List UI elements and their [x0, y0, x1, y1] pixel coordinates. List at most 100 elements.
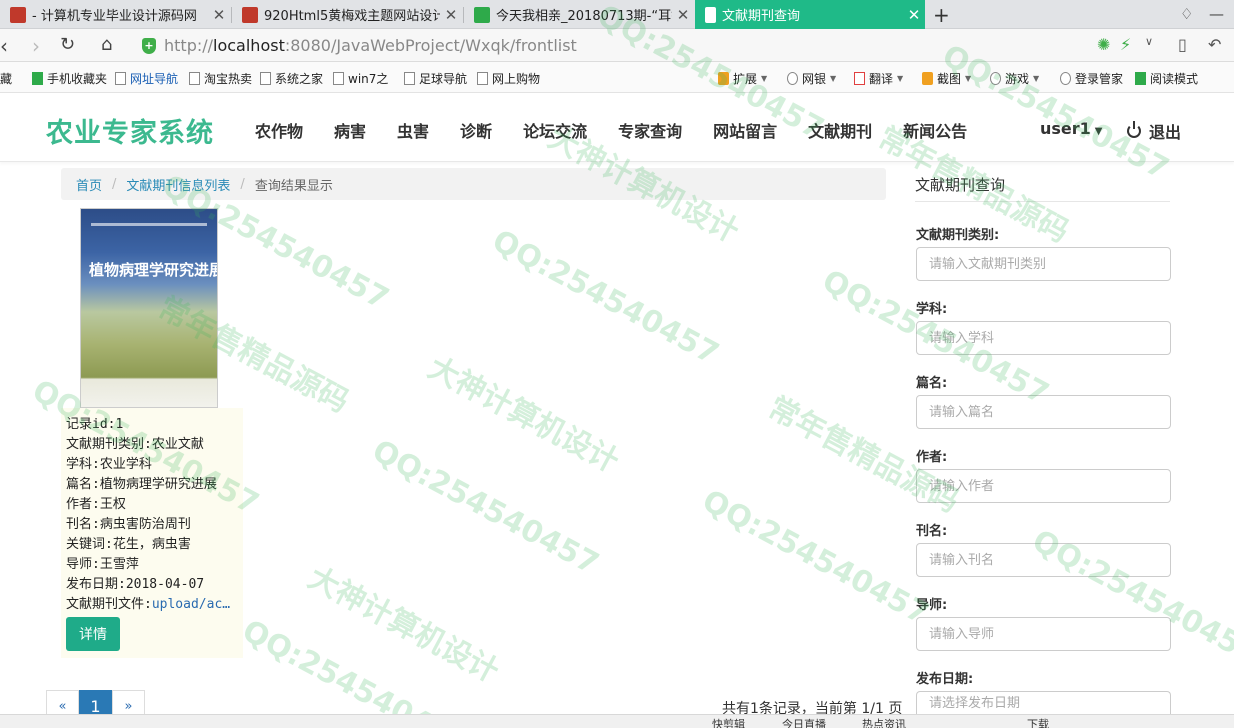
page-icon	[189, 72, 200, 85]
nav-guestbook[interactable]: 网站留言	[713, 118, 777, 142]
subject-input[interactable]	[916, 321, 1171, 355]
nav-journals[interactable]: 文献期刊	[808, 118, 872, 142]
cover-header-strip	[91, 223, 207, 226]
status-item[interactable]: 下载	[1027, 716, 1049, 728]
bookmark-item[interactable]: 足球导航	[404, 70, 467, 87]
new-tab-button[interactable]: +	[933, 3, 950, 27]
watermark: 大神计算机设计	[302, 560, 505, 690]
title-input[interactable]	[916, 395, 1171, 429]
bookmark-item[interactable]: 淘宝热卖	[189, 70, 252, 87]
close-icon[interactable]: ✕	[903, 6, 925, 24]
page-icon	[477, 72, 488, 85]
breadcrumb-list[interactable]: 文献期刊信息列表	[126, 175, 230, 194]
chevron-down-icon[interactable]: ∨	[1145, 35, 1153, 48]
reload-icon[interactable]: ↻	[60, 34, 75, 55]
bookmark-label: 淘宝热卖	[204, 72, 253, 86]
category-input[interactable]	[916, 247, 1171, 281]
shirt-skin-icon[interactable]: ♢	[1180, 5, 1193, 23]
bookmark-item[interactable]: 网上购物	[477, 70, 540, 87]
close-icon[interactable]: ✕	[208, 6, 230, 24]
phone-icon[interactable]: ▯	[1178, 35, 1187, 54]
bookmark-label: 网银	[802, 72, 827, 86]
bookmark-item[interactable]: 手机收藏夹	[32, 70, 107, 87]
home-icon[interactable]: ⌂	[101, 34, 112, 55]
browser-tab-2[interactable]: 920Html5黄梅戏主题网站设计 ✕	[232, 0, 462, 29]
publish-date-input[interactable]	[916, 691, 1171, 714]
minimize-icon[interactable]: —	[1209, 5, 1224, 23]
cover-title: 植物病理学研究进展	[89, 261, 218, 279]
author-input[interactable]	[916, 469, 1171, 503]
browser-tab-3[interactable]: 今天我相亲_20180713期-“耳钉 ✕	[464, 0, 694, 29]
nav-crops[interactable]: 农作物	[255, 118, 303, 142]
page-icon	[115, 72, 126, 85]
status-item[interactable]: 今日直播	[782, 716, 826, 728]
forward-icon[interactable]: ›	[32, 34, 40, 58]
browser-tab-1[interactable]: - 计算机专业毕业设计源码网 ✕	[0, 0, 230, 29]
undo-icon[interactable]: ↶	[1208, 35, 1221, 54]
journal-cover-image[interactable]: 植物病理学研究进展	[80, 208, 218, 408]
nav-pests[interactable]: 虫害	[397, 118, 429, 142]
site-favicon-icon	[10, 6, 26, 23]
user-menu[interactable]: user1 ▼	[1040, 119, 1103, 138]
chevron-down-icon: ▼	[830, 74, 837, 83]
bookmark-label: win7之	[348, 72, 389, 86]
close-icon[interactable]: ✕	[440, 6, 462, 24]
file-link[interactable]: upload/ac…	[152, 597, 230, 612]
bookmark-item[interactable]: 游戏 ▼	[990, 70, 1039, 87]
lightning-icon[interactable]: ⚡	[1120, 35, 1131, 54]
nav-diseases[interactable]: 病害	[334, 118, 366, 142]
bookmark-item[interactable]: 翻译 ▼	[854, 70, 903, 87]
journal-name-label: 刊名:	[916, 524, 948, 539]
nav-news[interactable]: 新闻公告	[903, 118, 967, 142]
search-panel-title: 文献期刊查询	[915, 176, 1006, 194]
close-icon[interactable]: ✕	[672, 6, 694, 24]
back-icon[interactable]: ‹	[0, 34, 8, 58]
gamepad-icon	[990, 72, 1001, 85]
journal-name-input[interactable]	[916, 543, 1171, 577]
status-item[interactable]: 热点资讯	[862, 716, 906, 728]
bookmark-item[interactable]: 网银 ▼	[787, 70, 836, 87]
search-icon	[1060, 72, 1071, 85]
bookmark-item[interactable]: win7之	[333, 70, 388, 87]
logout-label: 退出	[1149, 123, 1182, 142]
bookmark-item[interactable]: 阅读模式	[1135, 70, 1198, 87]
bookmark-item[interactable]: 截图 ▼	[922, 70, 971, 87]
site-brand[interactable]: 农业专家系统	[46, 111, 214, 150]
nav-forum[interactable]: 论坛交流	[523, 118, 587, 142]
url-path: :8080/JavaWebProject/Wxqk/frontlist	[284, 36, 577, 55]
file-label: 文献期刊文件:	[66, 597, 152, 612]
subject-label: 学科:	[916, 302, 948, 317]
url-field[interactable]: + http://localhost:8080/JavaWebProject/W…	[142, 33, 1167, 58]
nav-diagnosis[interactable]: 诊断	[460, 118, 492, 142]
bookmark-label: 游戏	[1005, 72, 1030, 86]
logout-button[interactable]: 退出	[1127, 119, 1181, 143]
detail-button[interactable]: 详情	[66, 617, 120, 651]
bookmark-item[interactable]: 系统之家	[260, 70, 323, 87]
journal-category: 文献期刊类别:农业文献	[66, 437, 204, 452]
page-icon	[260, 72, 271, 85]
bookmark-label: 阅读模式	[1150, 72, 1199, 86]
advisor-input[interactable]	[916, 617, 1171, 651]
address-bar: ‹ › ↻ ⌂ + http://localhost:8080/JavaWebP…	[0, 29, 1234, 62]
browser-tab-active[interactable]: 文献期刊查询 ✕	[695, 0, 925, 29]
page-icon	[404, 72, 415, 85]
bookmark-item[interactable]: 登录管家	[1060, 70, 1123, 87]
video-favicon-icon	[474, 6, 490, 23]
browser-status-bar: 快剪辑 今日直播 热点资讯 下载	[0, 714, 1234, 728]
security-check-icon[interactable]: ✺	[1097, 35, 1110, 54]
advisor: 导师:王雪萍	[66, 557, 139, 572]
nav-expert-query[interactable]: 专家查询	[618, 118, 682, 142]
username: user1	[1040, 119, 1091, 138]
bookmark-item[interactable]: 扩展 ▼	[718, 70, 767, 87]
bookmark-item[interactable]: 网址导航	[115, 70, 178, 87]
subject: 学科:农业学科	[66, 457, 152, 472]
bookmarks-bar: 藏 手机收藏夹 网址导航 淘宝热卖 系统之家 win7之 足球导航 网上购物 扩…	[0, 62, 1234, 93]
bookmark-label: 扩展	[733, 72, 758, 86]
status-item[interactable]: 快剪辑	[712, 716, 745, 728]
bookmark-label: 系统之家	[275, 72, 324, 86]
publish-date-label: 发布日期:	[916, 672, 974, 687]
breadcrumb-home[interactable]: 首页	[76, 175, 102, 194]
journal-file: 文献期刊文件:upload/ac…	[66, 593, 243, 613]
publish-date: 发布日期:2018-04-07	[66, 577, 205, 592]
bookmark-item[interactable]: 藏	[0, 70, 12, 87]
